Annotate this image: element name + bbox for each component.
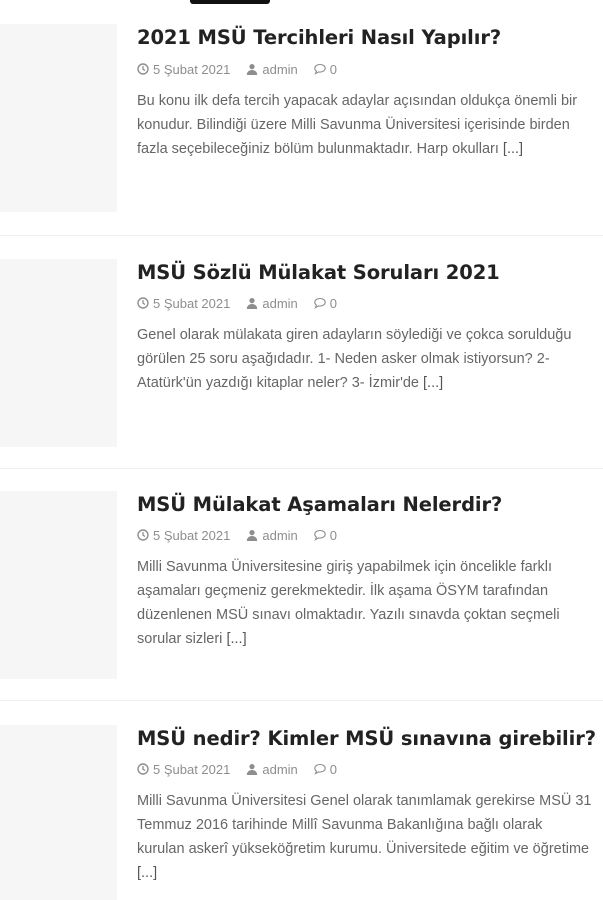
post-date-text: 5 Şubat 2021	[153, 61, 231, 77]
post-excerpt-text: Milli Savunma Üniversitesine giriş yapab…	[137, 559, 560, 647]
post-author[interactable]: admin	[246, 527, 298, 543]
user-icon	[247, 298, 258, 309]
post-comment-count: 0	[329, 761, 338, 777]
post-date: 5 Şubat 2021	[137, 528, 230, 543]
post-item: MSÜ nedir? Kimler MSÜ sınavına girebilir…	[0, 700, 603, 900]
post-excerpt: Bu konu ilk defa tercih yapacak adaylar …	[137, 89, 593, 161]
post-meta: 5 Şubat 2021 admin 0	[137, 526, 337, 544]
post-excerpt-text: Milli Savunma Üniversitesi Genel olarak …	[137, 793, 592, 857]
post-meta: 5 Şubat 2021 admin 0	[137, 294, 337, 312]
comment-icon	[314, 63, 326, 75]
post-excerpt-text: Genel olarak mülakata giren adayların sö…	[137, 327, 572, 391]
comment-icon	[314, 297, 326, 309]
read-more-link[interactable]: [...]	[226, 631, 246, 647]
post-author-name: admin	[262, 761, 298, 777]
post-date-text: 5 Şubat 2021	[153, 761, 231, 777]
comment-icon	[314, 763, 326, 775]
post-date-text: 5 Şubat 2021	[153, 295, 231, 311]
post-item: MSÜ Mülakat Aşamaları Nelerdir? 5 Şubat …	[0, 468, 603, 704]
post-author[interactable]: admin	[246, 761, 298, 777]
post-author-name: admin	[262, 295, 298, 311]
post-date: 5 Şubat 2021	[137, 762, 230, 777]
post-author[interactable]: admin	[246, 61, 298, 77]
read-more-link[interactable]: [...]	[423, 375, 443, 391]
post-comments[interactable]: 0	[314, 528, 337, 543]
user-icon	[247, 764, 258, 775]
post-meta: 5 Şubat 2021 admin 0	[137, 60, 337, 78]
clock-icon	[137, 63, 149, 75]
user-icon	[247, 530, 258, 541]
clock-icon	[137, 529, 149, 541]
post-comment-count: 0	[329, 527, 338, 543]
user-icon	[247, 64, 258, 75]
post-comment-count: 0	[329, 295, 338, 311]
post-comment-count: 0	[329, 61, 338, 77]
post-comments[interactable]: 0	[314, 762, 337, 777]
post-thumbnail[interactable]	[0, 24, 117, 212]
comment-icon	[314, 529, 326, 541]
read-more-link[interactable]: [...]	[503, 141, 523, 157]
post-comments[interactable]: 0	[314, 296, 337, 311]
post-excerpt: Genel olarak mülakata giren adayların sö…	[137, 323, 593, 395]
post-author-name: admin	[262, 527, 298, 543]
post-item: 2021 MSÜ Tercihleri Nasıl Yapılır? 5 Şub…	[0, 0, 603, 235]
post-title[interactable]: MSÜ Mülakat Aşamaları Nelerdir?	[137, 493, 502, 516]
post-comments[interactable]: 0	[314, 62, 337, 77]
post-excerpt: Milli Savunma Üniversitesi Genel olarak …	[137, 789, 593, 885]
clock-icon	[137, 297, 149, 309]
post-list: 2021 MSÜ Tercihleri Nasıl Yapılır? 5 Şub…	[0, 0, 603, 900]
post-meta: 5 Şubat 2021 admin 0	[137, 760, 337, 778]
post-date: 5 Şubat 2021	[137, 62, 230, 77]
post-date: 5 Şubat 2021	[137, 296, 230, 311]
post-title[interactable]: MSÜ Sözlü Mülakat Soruları 2021	[137, 261, 500, 284]
clock-icon	[137, 763, 149, 775]
post-excerpt: Milli Savunma Üniversitesine giriş yapab…	[137, 555, 593, 651]
post-author[interactable]: admin	[246, 295, 298, 311]
post-thumbnail[interactable]	[0, 491, 117, 679]
read-more-link[interactable]: [...]	[137, 865, 157, 881]
post-author-name: admin	[262, 61, 298, 77]
post-thumbnail[interactable]	[0, 259, 117, 447]
post-item: MSÜ Sözlü Mülakat Soruları 2021 5 Şubat …	[0, 235, 603, 471]
post-date-text: 5 Şubat 2021	[153, 527, 231, 543]
post-thumbnail[interactable]	[0, 725, 117, 900]
post-title[interactable]: MSÜ nedir? Kimler MSÜ sınavına girebilir…	[137, 727, 596, 750]
post-title[interactable]: 2021 MSÜ Tercihleri Nasıl Yapılır?	[137, 26, 501, 49]
